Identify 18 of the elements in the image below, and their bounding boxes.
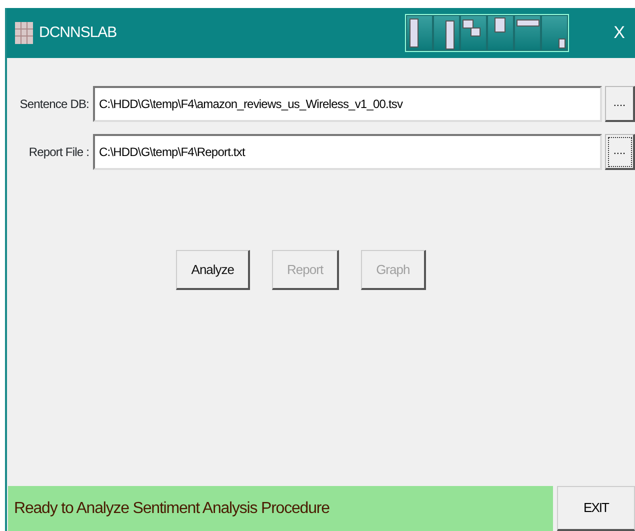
close-button[interactable]: X: [614, 20, 625, 46]
field-label: Report File :: [28, 144, 90, 161]
window-layout-icon[interactable]: [514, 15, 541, 51]
window-layout-icon[interactable]: [432, 15, 460, 51]
window-layout-icon[interactable]: [540, 15, 568, 51]
field-label: Sentence DB:: [18, 96, 90, 113]
browse-button[interactable]: ....: [605, 134, 635, 170]
browse-button[interactable]: ....: [605, 86, 635, 122]
exit-button[interactable]: EXIT: [557, 486, 635, 531]
grid-app-icon: [15, 22, 33, 44]
action-button[interactable]: Analyze: [176, 250, 250, 290]
window-layout-icon[interactable]: [460, 15, 487, 51]
path-field[interactable]: C:\HDD\G\temp\F4\Report.txt: [93, 134, 602, 170]
window-layout-icon[interactable]: [406, 15, 433, 51]
window-layout-icon[interactable]: [486, 15, 514, 51]
window-title: DCNNSLAB: [39, 22, 117, 43]
status-message: Ready to Analyze Sentiment Analysis Procedure: [8, 486, 553, 531]
path-field[interactable]: C:\HDD\G\temp\F4\amazon_reviews_us_Wireless_v1_00.tsv: [93, 86, 602, 122]
